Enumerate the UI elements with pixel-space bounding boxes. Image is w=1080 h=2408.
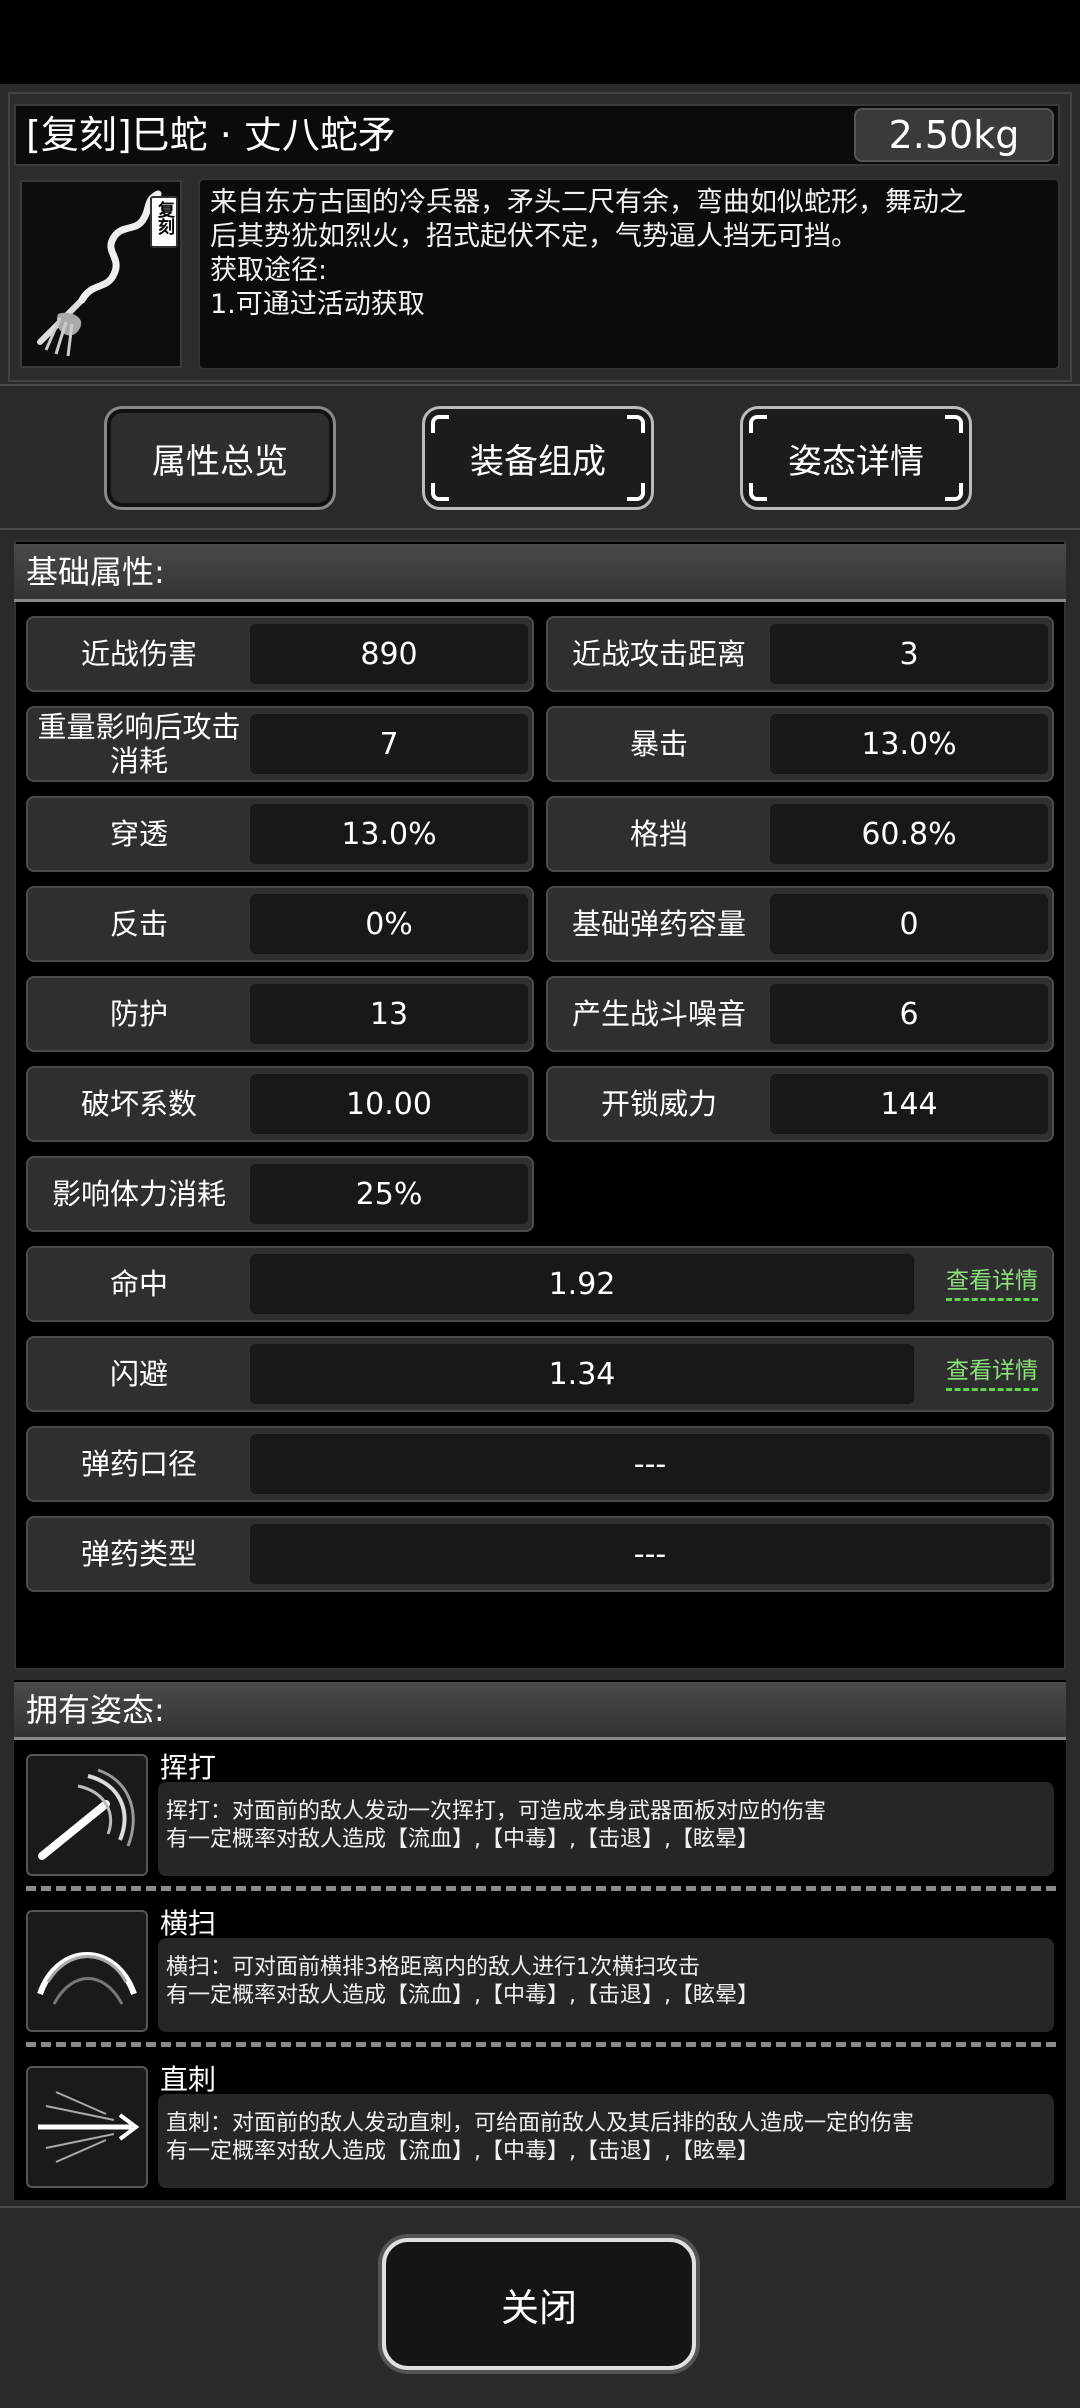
stance-description: 横扫：可对面前横排3格距离内的敌人进行1次横扫攻击 有一定概率对敌人造成【流血】… — [166, 1954, 1046, 2010]
attr-value: 13.0% — [250, 804, 528, 864]
stance-desc-line: 有一定概率对敌人造成【流血】,【中毒】,【击退】,【眩晕】 — [166, 1827, 759, 1852]
stance-name: 挥打 — [160, 1751, 217, 1784]
attr-value: 13 — [250, 984, 528, 1044]
attr-accuracy: 命中 1.92 查看详情 — [26, 1246, 1054, 1322]
attr-destruction-factor: 破坏系数 10.00 — [26, 1066, 534, 1142]
attr-value: 890 — [250, 624, 528, 684]
stance-desc-line: 有一定概率对敌人造成【流血】,【中毒】,【击退】,【眩晕】 — [166, 1983, 759, 2008]
close-button[interactable]: 关闭 — [382, 2238, 696, 2370]
stance-divider — [26, 1886, 1056, 1891]
stance-divider — [26, 2042, 1056, 2047]
swing-icon — [26, 1754, 148, 1876]
stance-desc-line: 横扫：可对面前横排3格距离内的敌人进行1次横扫攻击 — [166, 1955, 700, 1980]
sweep-icon — [26, 1910, 148, 2032]
attr-evasion: 闪避 1.34 查看详情 — [26, 1336, 1054, 1412]
item-title: [复刻]巳蛇 · 丈八蛇矛 — [26, 113, 396, 157]
attr-value: 144 — [770, 1074, 1048, 1134]
attr-label: 格挡 — [629, 817, 688, 851]
attr-ammo-type: 弹药类型 --- — [26, 1516, 1054, 1592]
stance-desc-line: 挥打：对面前的敌人发动一次挥打，可造成本身武器面板对应的伤害 — [166, 1799, 827, 1824]
attr-label: 产生战斗噪音 — [571, 997, 746, 1031]
attr-melee-range: 近战攻击距离 3 — [546, 616, 1054, 692]
tab-equipment-composition[interactable]: 装备组成 — [422, 406, 654, 510]
base-attributes-heading: 基础属性: — [14, 544, 1066, 602]
thrust-icon — [26, 2066, 148, 2188]
stance-name: 横扫 — [160, 1907, 217, 1940]
attr-penetration: 穿透 13.0% — [26, 796, 534, 872]
stances-heading: 拥有姿态: — [14, 1682, 1066, 1740]
attr-value: --- — [250, 1524, 1050, 1584]
attr-stamina-cost: 影响体力消耗 25% — [26, 1156, 534, 1232]
stance-name: 直刺 — [160, 2063, 217, 2096]
attr-label: 破坏系数 — [80, 1087, 197, 1121]
tab-label: 装备组成 — [470, 441, 606, 482]
attr-melee-damage: 近战伤害 890 — [26, 616, 534, 692]
reprint-stamp-text: 复刻 — [154, 201, 174, 235]
attr-critical: 暴击 13.0% — [546, 706, 1054, 782]
attr-value: 0% — [250, 894, 528, 954]
attr-label: 近战攻击距离 — [571, 637, 746, 671]
attr-label: 重量影响后攻击消耗 — [37, 710, 241, 778]
attr-label: 闪避 — [109, 1357, 168, 1391]
attr-value: 1.92 — [250, 1254, 914, 1314]
attr-label: 弹药口径 — [80, 1447, 197, 1481]
tab-label: 属性总览 — [152, 441, 288, 482]
attr-combat-noise: 产生战斗噪音 6 — [546, 976, 1054, 1052]
close-label: 关闭 — [500, 2285, 577, 2330]
attr-value: 0 — [770, 894, 1048, 954]
attr-label: 反击 — [109, 907, 168, 941]
attr-ammo-caliber: 弹药口径 --- — [26, 1426, 1054, 1502]
attr-block: 格挡 60.8% — [546, 796, 1054, 872]
attr-label: 近战伤害 — [80, 637, 197, 671]
acquire-heading: 获取途径: — [210, 255, 328, 286]
attr-label: 穿透 — [109, 817, 168, 851]
attr-value: 7 — [250, 714, 528, 774]
attr-label: 防护 — [109, 997, 168, 1031]
attr-label: 基础弹药容量 — [571, 907, 746, 941]
attr-label: 弹药类型 — [80, 1537, 197, 1571]
tab-stance-details[interactable]: 姿态详情 — [740, 406, 972, 510]
attr-value: 1.34 — [250, 1344, 914, 1404]
attr-value: --- — [250, 1434, 1050, 1494]
attr-protection: 防护 13 — [26, 976, 534, 1052]
attr-counter: 反击 0% — [26, 886, 534, 962]
attr-lockpick-power: 开锁威力 144 — [546, 1066, 1054, 1142]
tab-attribute-overview[interactable]: 属性总览 — [104, 406, 336, 510]
stance-description: 挥打：对面前的敌人发动一次挥打，可造成本身武器面板对应的伤害 有一定概率对敌人造… — [166, 1798, 1046, 1854]
attr-value: 10.00 — [250, 1074, 528, 1134]
attr-label: 暴击 — [629, 727, 688, 761]
attr-value: 25% — [250, 1164, 528, 1224]
attr-base-ammo-capacity: 基础弹药容量 0 — [546, 886, 1054, 962]
attr-value: 60.8% — [770, 804, 1048, 864]
stance-description: 直刺：对面前的敌人发动直刺，可给面前敌人及其后排的敌人造成一定的伤害 有一定概率… — [166, 2110, 1046, 2166]
desc-line: 后其势犹如烈火，招式起伏不定，气势逼人挡无可挡。 — [210, 221, 858, 252]
evasion-details-link[interactable]: 查看详情 — [946, 1354, 1038, 1391]
attr-weighted-attack-cost: 重量影响后攻击消耗 7 — [26, 706, 534, 782]
attr-value: 3 — [770, 624, 1048, 684]
stance-desc-line: 直刺：对面前的敌人发动直刺，可给面前敌人及其后排的敌人造成一定的伤害 — [166, 2111, 915, 2136]
desc-line: 来自东方古国的冷兵器，矛头二尺有余，弯曲如似蛇形，舞动之 — [210, 187, 966, 218]
attr-value: 13.0% — [770, 714, 1048, 774]
item-description: 来自东方古国的冷兵器，矛头二尺有余，弯曲如似蛇形，舞动之 后其势犹如烈火，招式起… — [210, 186, 1056, 322]
acquire-method: 1.可通过活动获取 — [210, 289, 425, 320]
attr-value: 6 — [770, 984, 1048, 1044]
attr-label: 开锁威力 — [600, 1087, 717, 1121]
accuracy-details-link[interactable]: 查看详情 — [946, 1264, 1038, 1301]
attr-label: 影响体力消耗 — [51, 1177, 226, 1211]
item-weight: 2.50kg — [888, 113, 1020, 157]
attr-label: 命中 — [109, 1267, 168, 1301]
stance-desc-line: 有一定概率对敌人造成【流血】,【中毒】,【击退】,【眩晕】 — [166, 2139, 759, 2164]
reprint-stamp: 复刻 — [150, 196, 178, 248]
tab-label: 姿态详情 — [788, 441, 924, 482]
